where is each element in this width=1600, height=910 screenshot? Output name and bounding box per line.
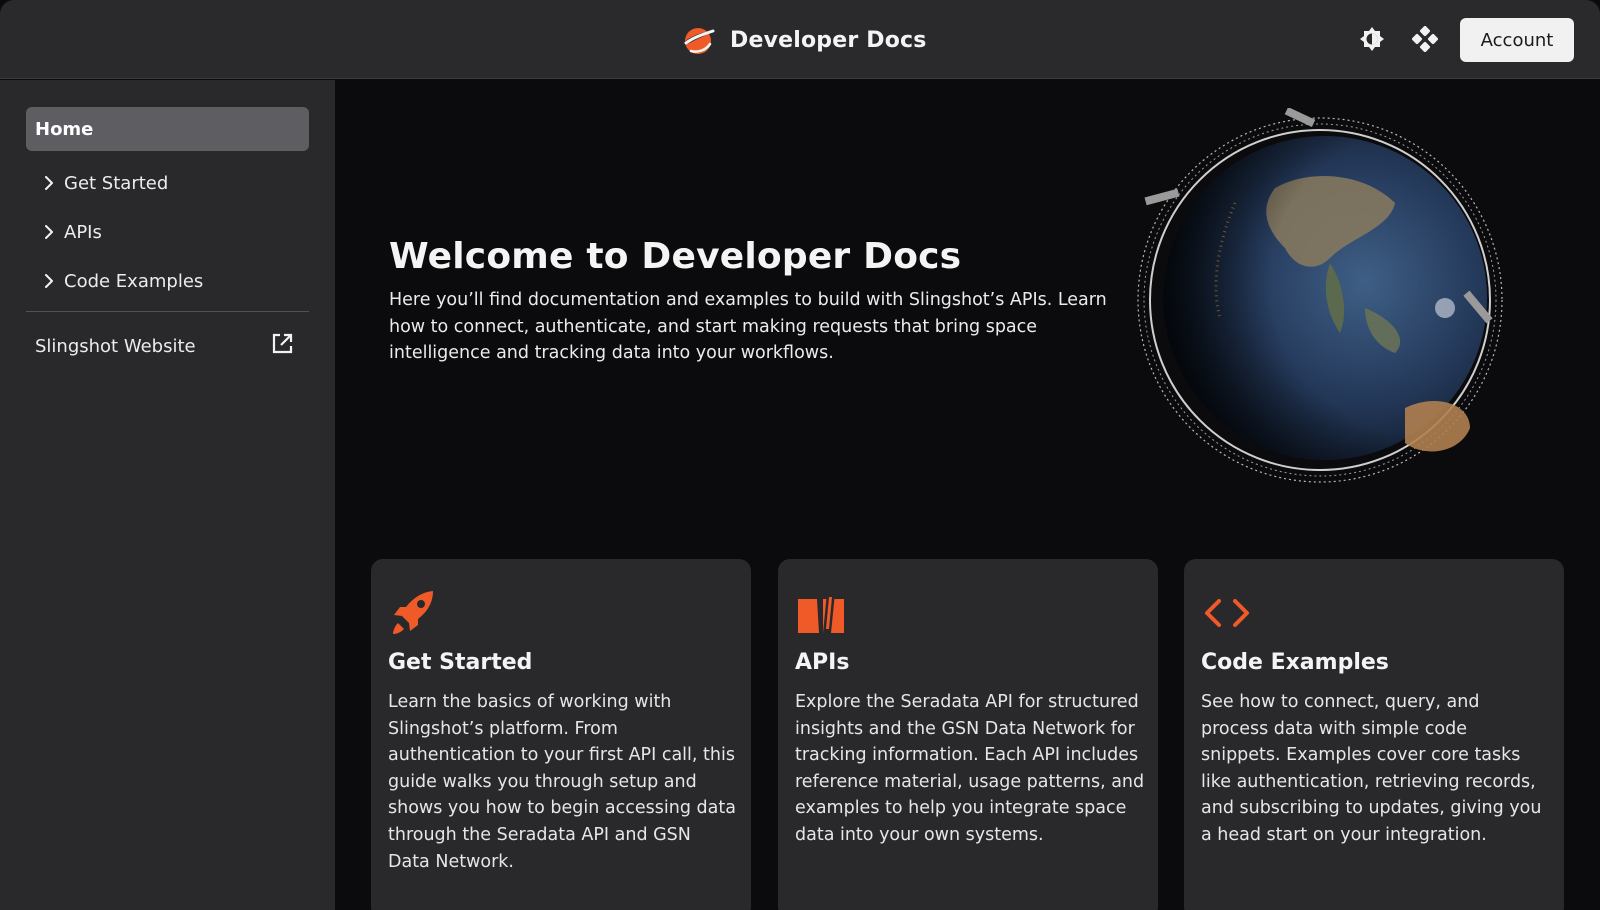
earth-globe-image: [1125, 107, 1525, 498]
card-apis[interactable]: APIs Explore the Seradata API for struct…: [778, 559, 1158, 910]
card-title: APIs: [795, 650, 850, 675]
community-icon[interactable]: [1410, 24, 1440, 54]
sidebar-item-label: APIs: [64, 221, 102, 243]
sidebar-item-label: Get Started: [64, 172, 169, 194]
app-root: Developer Docs Account Home Get Started …: [0, 0, 1600, 910]
card-description: Explore the Seradata API for structured …: [795, 692, 1145, 845]
card-title: Code Examples: [1201, 650, 1389, 675]
sidebar-item-apis[interactable]: APIs: [26, 212, 309, 252]
rocket-icon: [393, 591, 433, 634]
sidebar-item-label: Code Examples: [64, 270, 204, 292]
sidebar-item-get-started[interactable]: Get Started: [26, 163, 309, 203]
code-icon: [1205, 599, 1249, 627]
hero-description: Here you’ll find documentation and examp…: [389, 290, 1107, 363]
book-icon: [798, 593, 844, 633]
slingshot-logo-icon: [682, 28, 715, 54]
sidebar-item-home[interactable]: Home: [26, 107, 309, 151]
card-code-examples[interactable]: Code Examples See how to connect, query,…: [1184, 559, 1564, 910]
slingshot-website-link[interactable]: Slingshot Website: [26, 324, 309, 368]
chevron-right-icon: [26, 274, 62, 288]
brand[interactable]: Developer Docs: [680, 22, 927, 58]
top-header: Developer Docs Account: [0, 0, 1600, 79]
external-link-icon: [271, 333, 293, 360]
card-get-started[interactable]: Get Started Learn the basics of working …: [371, 559, 751, 910]
account-button[interactable]: Account: [1460, 18, 1574, 62]
card-title: Get Started: [388, 650, 533, 675]
card-description: Learn the basics of working with Slingsh…: [388, 692, 736, 872]
sidebar-divider: [26, 311, 309, 312]
sidebar-item-code-examples[interactable]: Code Examples: [26, 261, 309, 301]
sidebar: Home Get Started APIs Code Examples Slin…: [0, 80, 335, 910]
external-link-label: Slingshot Website: [35, 335, 196, 357]
chevron-right-icon: [26, 225, 62, 239]
app-title: Developer Docs: [730, 27, 927, 53]
page-title: Welcome to Developer Docs: [389, 236, 962, 277]
chevron-right-icon: [26, 176, 62, 190]
card-description: See how to connect, query, and process d…: [1201, 692, 1542, 845]
theme-toggle-icon[interactable]: [1357, 24, 1387, 54]
